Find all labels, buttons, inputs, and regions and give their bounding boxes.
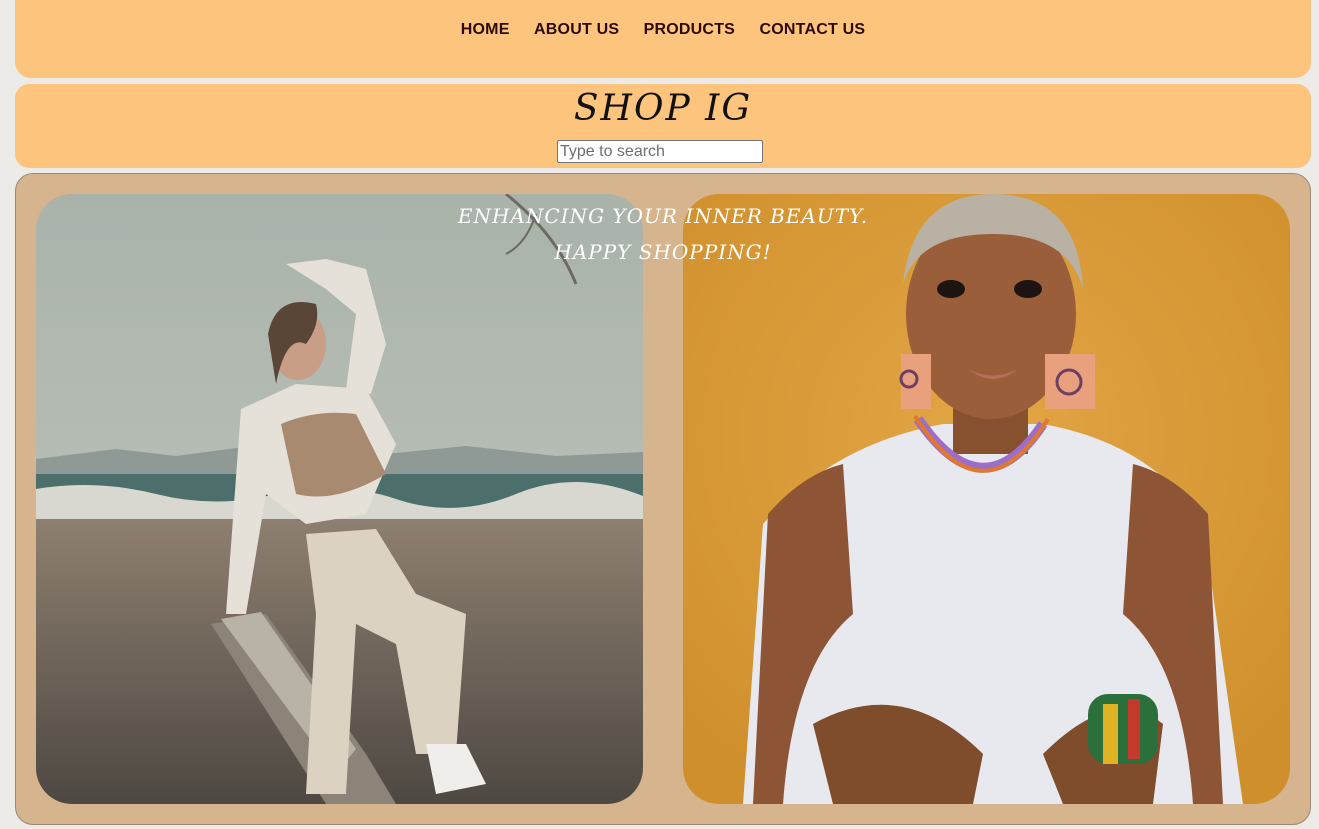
nav-links: HOME ABOUT US PRODUCTS CONTACT US — [15, 21, 1311, 39]
hero-image-jewelry-model — [683, 194, 1290, 804]
nav-home-link[interactable]: HOME — [461, 21, 510, 38]
tagline-line-1: ENHANCING YOUR INNER BEAUTY. — [457, 204, 869, 228]
top-navigation: HOME ABOUT US PRODUCTS CONTACT US — [15, 0, 1311, 78]
nav-products-link[interactable]: PRODUCTS — [644, 21, 735, 38]
site-title: SHOP IG — [573, 88, 753, 129]
beach-model-photo — [36, 194, 643, 804]
tagline-line-2: HAPPY SHOPPING! — [554, 240, 772, 264]
hero-tagline: ENHANCING YOUR INNER BEAUTY. HAPPY SHOPP… — [16, 198, 1310, 270]
site-header: SHOP IG — [15, 84, 1311, 168]
nav-about-us-link[interactable]: ABOUT US — [534, 21, 619, 38]
hero-image-beach-model — [36, 194, 643, 804]
search-input[interactable] — [557, 140, 763, 163]
nav-contact-us-link[interactable]: CONTACT US — [760, 21, 866, 38]
jewelry-model-photo — [683, 194, 1290, 804]
hero-section: ENHANCING YOUR INNER BEAUTY. HAPPY SHOPP… — [15, 173, 1311, 825]
beaded-bracelets — [1088, 694, 1158, 764]
